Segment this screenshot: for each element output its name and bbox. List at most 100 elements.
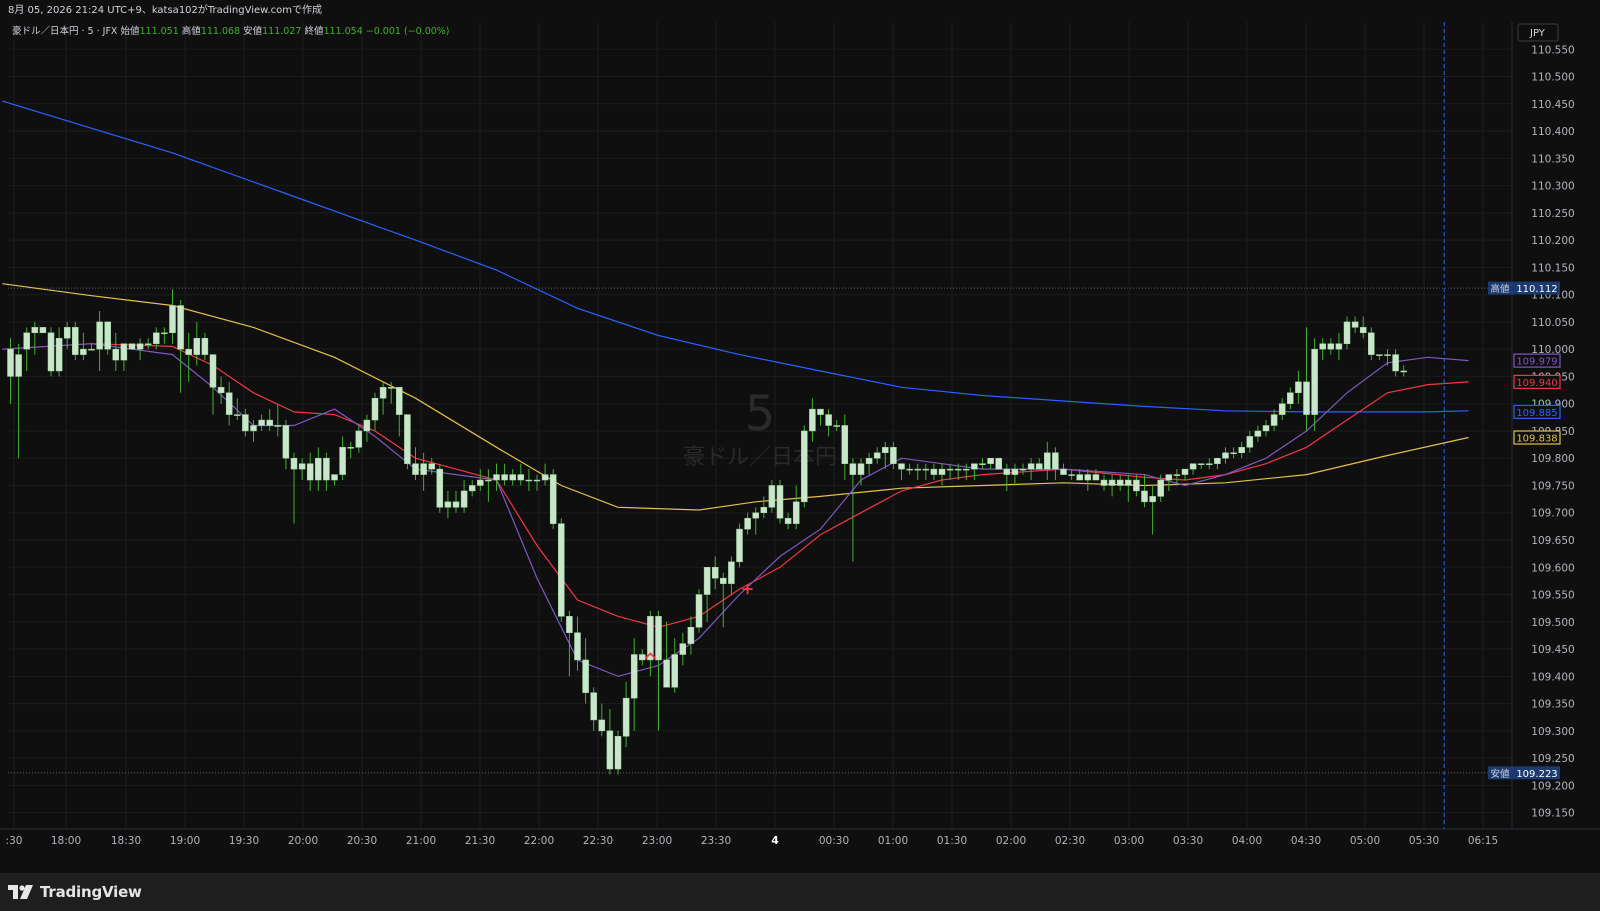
price-tick-label: 110.050 — [1531, 317, 1574, 329]
candle-body — [1133, 479, 1140, 492]
candle-body — [266, 419, 273, 426]
candle-body — [995, 457, 1002, 470]
candle-body — [258, 419, 265, 426]
candle-body — [242, 414, 249, 432]
candle-body — [711, 567, 719, 579]
candle-body — [493, 474, 500, 481]
candle-body — [1019, 468, 1027, 471]
candle-body — [144, 343, 152, 345]
candle-body — [525, 479, 533, 482]
time-tick-label: 00:30 — [819, 835, 849, 847]
candle — [128, 343, 136, 350]
price-tick-label: 109.250 — [1531, 753, 1574, 765]
candle-body — [290, 457, 298, 470]
price-tick-label: 109.450 — [1531, 644, 1574, 656]
candle-body — [1011, 468, 1019, 475]
candle-body — [1400, 370, 1407, 373]
time-tick-label: 18:00 — [51, 835, 81, 847]
candle-body — [1327, 343, 1335, 350]
legend-text: 豪ドル／日本円 · 5 · JFX 始値111.051 高値111.068 安値… — [12, 25, 450, 37]
time-tick-label: :30 — [6, 835, 23, 847]
price-tick-label: 110.550 — [1531, 44, 1574, 56]
candle-body — [614, 736, 622, 770]
ma-value-text-red: 109.940 — [1516, 378, 1557, 389]
time-tick-label: 20:00 — [288, 835, 318, 847]
candle-body — [128, 343, 136, 350]
candle-body — [1238, 447, 1245, 454]
candle-body — [922, 468, 930, 471]
candle-body — [1335, 343, 1343, 350]
candle-body — [404, 414, 411, 464]
candle-body — [185, 348, 192, 355]
candle-body — [1157, 479, 1164, 497]
candle-body — [201, 338, 209, 355]
candle-body — [47, 332, 55, 372]
candle-body — [914, 468, 921, 471]
candle — [39, 327, 47, 334]
candle-body — [760, 507, 768, 513]
candle-body — [792, 501, 800, 524]
candle — [695, 589, 703, 633]
candle-body — [1384, 354, 1391, 356]
ma-value-text-yellow: 109.838 — [1516, 433, 1557, 444]
low-price-tag-value: 109.223 — [1516, 769, 1557, 780]
tradingview-logo[interactable]: TradingView — [8, 883, 142, 901]
ma-value-text-blue: 109.885 — [1516, 408, 1557, 419]
time-tick-label: 05:30 — [1409, 835, 1439, 847]
candle-body — [1165, 474, 1173, 481]
time-tick-label: 21:30 — [465, 835, 495, 847]
candle-body — [541, 474, 549, 481]
candle-body — [752, 512, 759, 519]
candle-body — [88, 348, 95, 351]
price-chart[interactable]: 5 豪ドル／日本円 110.550 110.500 110.450 110.400 110.… — [0, 22, 1600, 873]
candle-body — [825, 414, 832, 426]
attribution-bar: 8月 05, 2026 21:24 UTC+9、katsa102がTrading… — [0, 0, 1600, 22]
candle-body — [153, 332, 160, 344]
candle-body — [1068, 474, 1075, 476]
candle-body — [963, 468, 970, 471]
candle-body — [606, 730, 614, 770]
candle-body — [574, 632, 581, 661]
price-tick-label: 109.400 — [1531, 671, 1574, 683]
candle-body — [954, 468, 962, 471]
candle-body — [776, 485, 784, 519]
candle-body — [1035, 463, 1043, 470]
candle-body — [1278, 403, 1286, 415]
candle-body — [55, 338, 63, 372]
candle-body — [1125, 479, 1132, 486]
time-tick-label: 06:15 — [1468, 835, 1498, 847]
candle-body — [1003, 468, 1011, 475]
candle-body — [209, 354, 217, 388]
candle-body — [420, 463, 427, 475]
candle-body — [1173, 474, 1181, 476]
time-tick-label: 21:00 — [406, 835, 436, 847]
time-tick-label: 04:00 — [1232, 835, 1262, 847]
high-price-tag-label: 高値 — [1490, 283, 1510, 295]
candle-body — [306, 463, 314, 481]
candle-body — [298, 463, 306, 470]
time-tick-label: 22:30 — [583, 835, 613, 847]
candle-body — [15, 354, 22, 377]
time-tick-label: 03:30 — [1173, 835, 1203, 847]
candle-body — [1359, 327, 1367, 334]
candle — [404, 414, 411, 470]
candle-body — [590, 692, 597, 721]
candle-body — [663, 659, 670, 688]
price-tick-label: 109.500 — [1531, 617, 1574, 629]
candle-body — [679, 643, 687, 655]
price-tick-label: 110.250 — [1531, 208, 1574, 220]
candle-body — [1060, 468, 1067, 475]
candle-body — [558, 523, 565, 617]
candle-body — [436, 468, 444, 508]
currency-badge-text: JPY — [1529, 28, 1546, 39]
candle-body — [112, 348, 120, 361]
candle-body — [1116, 479, 1124, 486]
candle-body — [890, 447, 897, 464]
candle-body — [120, 343, 128, 361]
candle-body — [1376, 354, 1383, 356]
price-axis-background — [1512, 22, 1600, 873]
watermark-interval: 5 — [745, 386, 776, 442]
candle — [614, 730, 622, 775]
candle-body — [193, 338, 201, 355]
candle-body — [217, 387, 225, 394]
